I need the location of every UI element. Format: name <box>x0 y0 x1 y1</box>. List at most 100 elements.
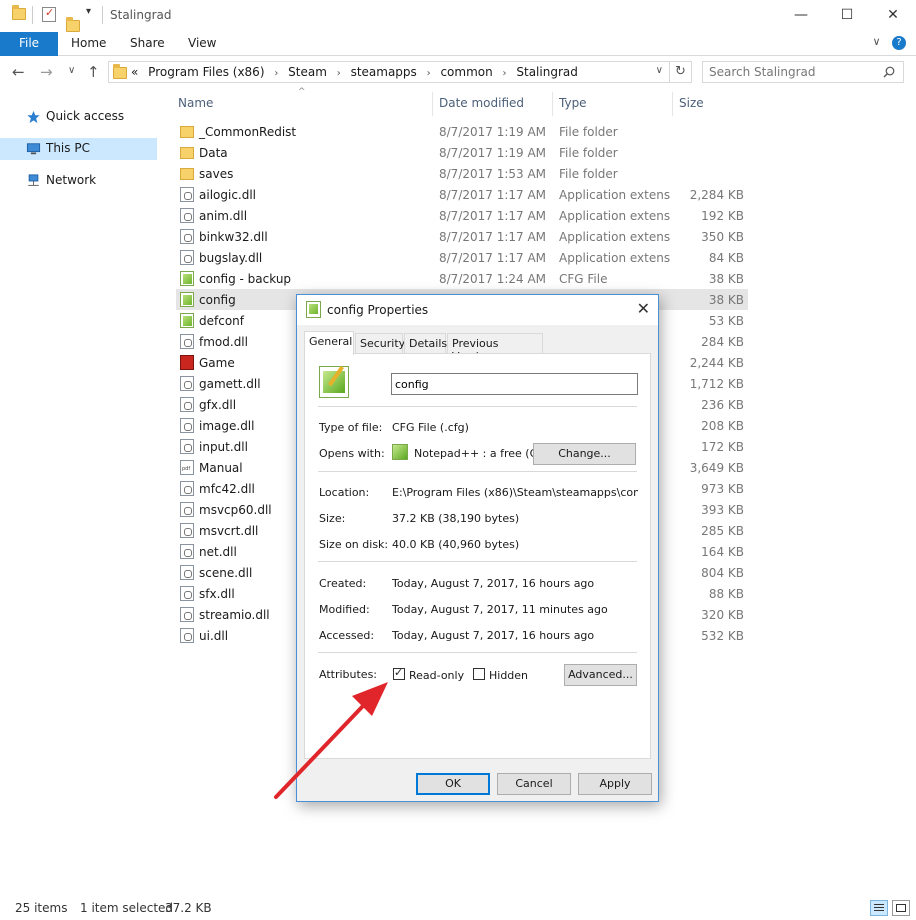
folder-icon <box>113 64 127 79</box>
column-date-modified[interactable]: Date modified <box>439 96 524 110</box>
file-size: 192 KB <box>701 209 744 223</box>
apply-button[interactable]: Apply <box>578 773 652 795</box>
file-size: 973 KB <box>701 482 744 496</box>
maximize-button[interactable]: ☐ <box>824 0 870 32</box>
file-name-field[interactable] <box>391 373 638 395</box>
refresh-button[interactable]: ↻ <box>669 62 691 82</box>
tab-general[interactable]: General <box>304 331 354 355</box>
dll-file-icon <box>180 607 194 622</box>
column-size[interactable]: Size <box>679 96 704 110</box>
divider <box>32 6 33 24</box>
file-row[interactable]: config - backup 8/7/2017 1:24 AM CFG File 3… <box>176 268 748 289</box>
new-folder-icon[interactable] <box>66 17 80 32</box>
tab-share[interactable]: Share <box>130 36 165 50</box>
breadcrumb-separator[interactable]: › <box>503 68 507 79</box>
expand-ribbon-icon[interactable]: ∨ <box>872 35 880 48</box>
file-row[interactable]: binkw32.dll 8/7/2017 1:17 AM Application e… <box>176 226 748 247</box>
breadcrumb-stalingrad[interactable]: Stalingrad <box>516 65 577 79</box>
address-dropdown-button[interactable]: ∨ <box>656 65 663 76</box>
change-button[interactable]: Change... <box>533 443 636 465</box>
pdf-file-icon <box>180 460 194 475</box>
file-name: gamett.dll <box>199 377 261 391</box>
file-name: mfc42.dll <box>199 482 255 496</box>
breadcrumb-separator[interactable]: › <box>427 68 431 79</box>
tab-security[interactable]: Security <box>355 333 405 353</box>
file-row[interactable]: Data 8/7/2017 1:19 AM File folder <box>176 142 748 163</box>
properties-icon[interactable]: ✓ <box>42 6 56 22</box>
column-divider[interactable] <box>432 92 433 116</box>
breadcrumb-separator[interactable]: › <box>274 68 278 79</box>
file-size: 804 KB <box>701 566 744 580</box>
column-type[interactable]: Type <box>559 96 587 110</box>
breadcrumb-steam[interactable]: Steam <box>288 65 327 79</box>
details-view-button[interactable] <box>870 900 888 916</box>
file-row[interactable]: anim.dll 8/7/2017 1:17 AM Application exte… <box>176 205 748 226</box>
tab-file[interactable]: File <box>0 32 58 56</box>
dialog-title-bar: config Properties ✕ <box>297 295 658 325</box>
item-count: 25 items <box>15 901 68 915</box>
read-only-checkbox[interactable] <box>393 666 405 680</box>
file-row[interactable]: _CommonRedist 8/7/2017 1:19 AM File folder <box>176 121 748 142</box>
file-date-modified: 8/7/2017 1:17 AM <box>439 209 547 223</box>
column-divider[interactable] <box>672 92 673 116</box>
search-icon[interactable] <box>883 66 895 78</box>
file-name: sfx.dll <box>199 587 235 601</box>
close-button[interactable]: ✕ <box>870 0 916 32</box>
star-icon <box>27 110 40 124</box>
address-bar[interactable]: « Program Files (x86) › Steam › steamapp… <box>108 61 692 83</box>
notepad-plus-plus-icon <box>392 444 408 460</box>
breadcrumb-overflow[interactable]: « <box>131 65 138 79</box>
ok-button[interactable]: OK <box>416 773 490 795</box>
dialog-close-button[interactable]: ✕ <box>637 299 650 318</box>
dll-file-icon <box>180 523 194 538</box>
nav-item-quick-access[interactable]: Quick access <box>0 106 157 128</box>
dll-file-icon <box>180 376 194 391</box>
search-input[interactable] <box>709 64 879 80</box>
recent-locations-button[interactable]: ∨ <box>68 65 75 76</box>
help-icon[interactable]: ? <box>892 36 906 50</box>
file-type: File folder <box>559 167 618 181</box>
size-on-disk-label: Size on disk: <box>319 538 389 551</box>
file-row[interactable]: saves 8/7/2017 1:53 AM File folder <box>176 163 748 184</box>
tab-home[interactable]: Home <box>71 36 106 50</box>
breadcrumb-common[interactable]: common <box>440 65 492 79</box>
tab-previous-versions[interactable]: Previous Versions <box>447 333 543 363</box>
hidden-checkbox[interactable] <box>473 668 485 680</box>
dll-file-icon <box>180 397 194 412</box>
nav-item-network[interactable]: Network <box>0 170 157 192</box>
tab-details[interactable]: Details <box>404 333 447 353</box>
back-button[interactable]: ← <box>12 63 25 81</box>
file-type: Application extens... <box>559 209 671 223</box>
breadcrumb-separator[interactable]: › <box>337 68 341 79</box>
dll-file-icon <box>180 439 194 454</box>
file-size: 38 KB <box>708 293 744 307</box>
file-row[interactable]: bugslay.dll 8/7/2017 1:17 AM Application e… <box>176 247 748 268</box>
forward-button[interactable]: → <box>40 63 53 81</box>
breadcrumb-steamapps[interactable]: steamapps <box>351 65 417 79</box>
file-name: anim.dll <box>199 209 248 223</box>
large-icons-view-button[interactable] <box>892 900 910 916</box>
customize-quick-access-icon[interactable]: ▾ <box>86 6 91 17</box>
tab-view[interactable]: View <box>188 36 216 50</box>
breadcrumb-program-files[interactable]: Program Files (x86) <box>148 65 264 79</box>
file-size: 1,712 KB <box>689 377 744 391</box>
dll-file-icon <box>180 418 194 433</box>
file-type: Application extens... <box>559 230 671 244</box>
nav-item-this-pc[interactable]: This PC <box>0 138 157 160</box>
cfg-file-icon <box>180 271 194 286</box>
divider <box>102 6 103 24</box>
dll-file-icon <box>180 544 194 559</box>
up-button[interactable]: ↑ <box>87 63 100 81</box>
file-name: defconf <box>199 314 244 328</box>
accessed-label: Accessed: <box>319 629 375 642</box>
file-row[interactable]: ailogic.dll 8/7/2017 1:17 AM Application e… <box>176 184 748 205</box>
column-headers: ^ Name Date modified Type Size <box>160 87 750 118</box>
advanced-button[interactable]: Advanced... <box>564 664 637 686</box>
cancel-button[interactable]: Cancel <box>497 773 571 795</box>
minimize-button[interactable]: — <box>778 0 824 32</box>
hidden-label[interactable]: Hidden <box>489 669 528 682</box>
column-name[interactable]: Name <box>178 96 213 110</box>
attributes-label: Attributes: <box>319 668 378 681</box>
column-divider[interactable] <box>552 92 553 116</box>
read-only-label[interactable]: Read-only <box>409 669 464 682</box>
